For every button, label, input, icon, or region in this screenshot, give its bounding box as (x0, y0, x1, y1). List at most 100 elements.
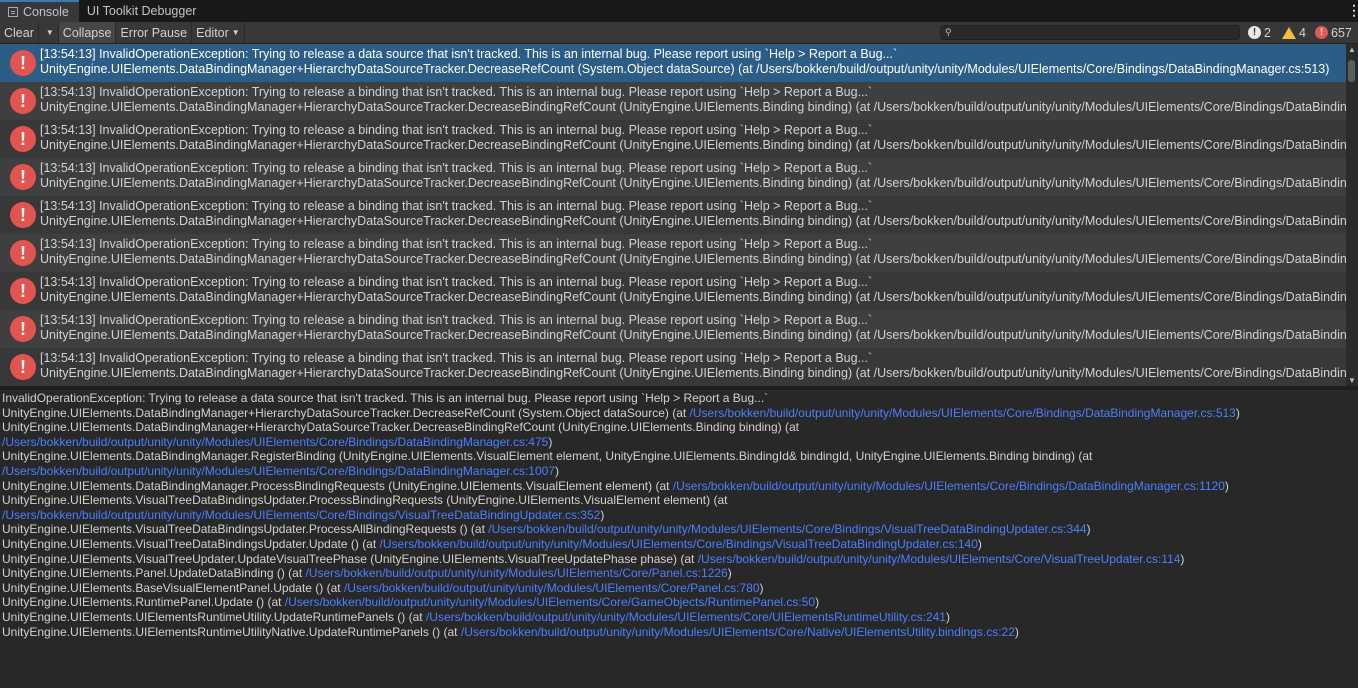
log-message: [13:54:13] InvalidOperationException: Tr… (40, 351, 873, 365)
stack-trace-line: UnityEngine.UIElements.DataBindingManage… (2, 420, 1356, 435)
source-file-link[interactable]: /Users/bokken/build/output/unity/unity/M… (690, 406, 1236, 420)
warning-count: 4 (1299, 25, 1306, 40)
log-message: [13:54:13] InvalidOperationException: Tr… (40, 47, 898, 61)
source-file-link[interactable]: /Users/bokken/build/output/unity/unity/M… (380, 537, 978, 551)
stack-trace-text: ) (727, 566, 732, 581)
log-message: [13:54:13] InvalidOperationException: Tr… (40, 313, 873, 327)
log-list-scrollbar[interactable]: ▲ ▼ (1346, 44, 1358, 386)
search-input[interactable]: ⚲ (940, 25, 1240, 40)
scroll-up-icon[interactable]: ▲ (1348, 45, 1356, 54)
stack-trace-text: UnityEngine.UIElements.VisualTreeDataBin… (2, 522, 489, 537)
stack-trace-text: ) (977, 536, 982, 551)
list-item[interactable]: ! [13:54:13] InvalidOperationException: … (0, 310, 1346, 348)
stack-trace-text: ) (759, 580, 764, 595)
stack-trace-text: ) (815, 595, 820, 610)
error-icon: ! (10, 354, 36, 380)
error-icon: ! (10, 202, 36, 228)
clear-options-dropdown[interactable]: ▼ (39, 22, 59, 43)
stack-trace-line: UnityEngine.UIElements.VisualTreeDataBin… (2, 537, 1356, 552)
list-item[interactable]: ! [13:54:13] InvalidOperationException: … (0, 158, 1346, 196)
chevron-down-icon: ▼ (231, 28, 240, 37)
clear-label: Clear (4, 25, 34, 40)
stack-trace-text: InvalidOperationException: Trying to rel… (2, 391, 769, 405)
source-file-link[interactable]: /Users/bokken/build/output/unity/unity/M… (488, 522, 1086, 536)
tab-console[interactable]: Console (0, 0, 79, 22)
editor-label: Editor (196, 25, 229, 40)
stack-trace-text: UnityEngine.UIElements.VisualTreeUpdater… (2, 551, 698, 566)
stack-trace-text: ) (1235, 405, 1240, 420)
source-file-link[interactable]: /Users/bokken/build/output/unity/unity/M… (698, 552, 1181, 566)
log-message: [13:54:13] InvalidOperationException: Tr… (40, 199, 873, 213)
list-item[interactable]: ! [13:54:13] InvalidOperationException: … (0, 348, 1346, 386)
log-stack: UnityEngine.UIElements.DataBindingManage… (40, 290, 1346, 304)
stack-trace-line: /Users/bokken/build/output/unity/unity/M… (2, 435, 1356, 450)
error-icon: ! (10, 126, 36, 152)
stack-trace-line: InvalidOperationException: Trying to rel… (2, 391, 1356, 406)
source-file-link[interactable]: /Users/bokken/build/output/unity/unity/M… (344, 581, 760, 595)
more-options-icon[interactable]: ⋮ (1347, 3, 1358, 17)
error-icon: ! (10, 240, 36, 266)
source-file-link[interactable]: /Users/bokken/build/output/unity/unity/M… (461, 625, 1015, 639)
stack-trace-line: UnityEngine.UIElements.UIElementsRuntime… (2, 625, 1356, 640)
collapse-toggle[interactable]: Collapse (58, 22, 117, 43)
stack-trace-line: /Users/bokken/build/output/unity/unity/M… (2, 508, 1356, 523)
stack-trace-text: UnityEngine.UIElements.DataBindingManage… (2, 449, 1093, 464)
source-file-link[interactable]: /Users/bokken/build/output/unity/unity/M… (426, 610, 946, 624)
list-item[interactable]: ! [13:54:13] InvalidOperationException: … (0, 234, 1346, 272)
stack-trace-line: UnityEngine.UIElements.RuntimePanel.Upda… (2, 595, 1356, 610)
stack-trace-text: UnityEngine.UIElements.Panel.UpdateDataB… (2, 566, 306, 581)
error-pause-label: Error Pause (120, 25, 188, 40)
source-file-link[interactable]: /Users/bokken/build/output/unity/unity/M… (285, 595, 815, 609)
tab-console-label: Console (23, 5, 69, 19)
log-message: [13:54:13] InvalidOperationException: Tr… (40, 237, 873, 251)
scroll-down-icon[interactable]: ▼ (1348, 376, 1356, 385)
error-icon: ! (1315, 26, 1328, 39)
stack-trace-line: UnityEngine.UIElements.Panel.UpdateDataB… (2, 566, 1356, 581)
console-toolbar: Clear ▼ Collapse Error Pause Editor ▼ ⚲ !… (0, 22, 1358, 44)
list-item[interactable]: ! [13:54:13] InvalidOperationException: … (0, 82, 1346, 120)
error-count-toggle[interactable]: ! 657 (1315, 23, 1352, 42)
warning-count-toggle[interactable]: 4 (1282, 23, 1306, 42)
stack-trace-line: UnityEngine.UIElements.VisualTreeDataBin… (2, 522, 1356, 537)
error-icon: ! (10, 164, 36, 190)
stack-trace-text: ) (554, 463, 559, 478)
source-file-link[interactable]: /Users/bokken/build/output/unity/unity/M… (2, 435, 548, 449)
list-item[interactable]: ! [13:54:13] InvalidOperationException: … (0, 120, 1346, 158)
stack-trace-text: UnityEngine.UIElements.UIElementsRuntime… (2, 624, 461, 639)
source-file-link[interactable]: /Users/bokken/build/output/unity/unity/M… (306, 566, 728, 580)
source-file-link[interactable]: /Users/bokken/build/output/unity/unity/M… (673, 479, 1225, 493)
stack-trace-text: UnityEngine.UIElements.DataBindingManage… (2, 405, 690, 420)
stack-trace-text: UnityEngine.UIElements.DataBindingManage… (2, 478, 673, 493)
list-item[interactable]: ! [13:54:13] InvalidOperationException: … (0, 44, 1346, 82)
stack-trace-line: UnityEngine.UIElements.DataBindingManage… (2, 406, 1356, 421)
log-list: ! [13:54:13] InvalidOperationException: … (0, 44, 1346, 386)
log-stack: UnityEngine.UIElements.DataBindingManage… (40, 214, 1346, 228)
tab-ui-toolkit-debugger[interactable]: UI Toolkit Debugger (79, 0, 207, 22)
list-item[interactable]: ! [13:54:13] InvalidOperationException: … (0, 272, 1346, 310)
stack-trace-line: UnityEngine.UIElements.DataBindingManage… (2, 449, 1356, 464)
clear-button[interactable]: Clear (0, 22, 39, 43)
log-message: [13:54:13] InvalidOperationException: Tr… (40, 275, 873, 289)
stack-trace-line: UnityEngine.UIElements.BaseVisualElement… (2, 581, 1356, 596)
warning-icon (1282, 26, 1296, 39)
info-count-toggle[interactable]: ! 2 (1248, 23, 1271, 42)
stack-trace-line: UnityEngine.UIElements.VisualTreeUpdater… (2, 552, 1356, 567)
scrollbar-thumb[interactable] (1348, 60, 1355, 82)
source-file-link[interactable]: /Users/bokken/build/output/unity/unity/M… (2, 464, 555, 478)
stack-trace-text: UnityEngine.UIElements.VisualTreeDataBin… (2, 536, 380, 551)
editor-dropdown[interactable]: Editor ▼ (192, 22, 245, 43)
window-tab-bar: Console UI Toolkit Debugger ⋮ (0, 0, 1358, 22)
log-message: [13:54:13] InvalidOperationException: Tr… (40, 85, 873, 99)
stack-trace-text: ) (548, 434, 553, 449)
source-file-link[interactable]: /Users/bokken/build/output/unity/unity/M… (2, 508, 600, 522)
error-icon: ! (10, 278, 36, 304)
log-message: [13:54:13] InvalidOperationException: Tr… (40, 161, 873, 175)
stack-trace-line: UnityEngine.UIElements.UIElementsRuntime… (2, 610, 1356, 625)
console-icon (8, 7, 18, 17)
list-item[interactable]: ! [13:54:13] InvalidOperationException: … (0, 196, 1346, 234)
error-pause-toggle[interactable]: Error Pause (116, 22, 193, 43)
log-stack: UnityEngine.UIElements.DataBindingManage… (40, 62, 1330, 76)
error-icon: ! (10, 316, 36, 342)
chevron-down-icon: ▼ (45, 28, 54, 37)
stack-trace-line: /Users/bokken/build/output/unity/unity/M… (2, 464, 1356, 479)
